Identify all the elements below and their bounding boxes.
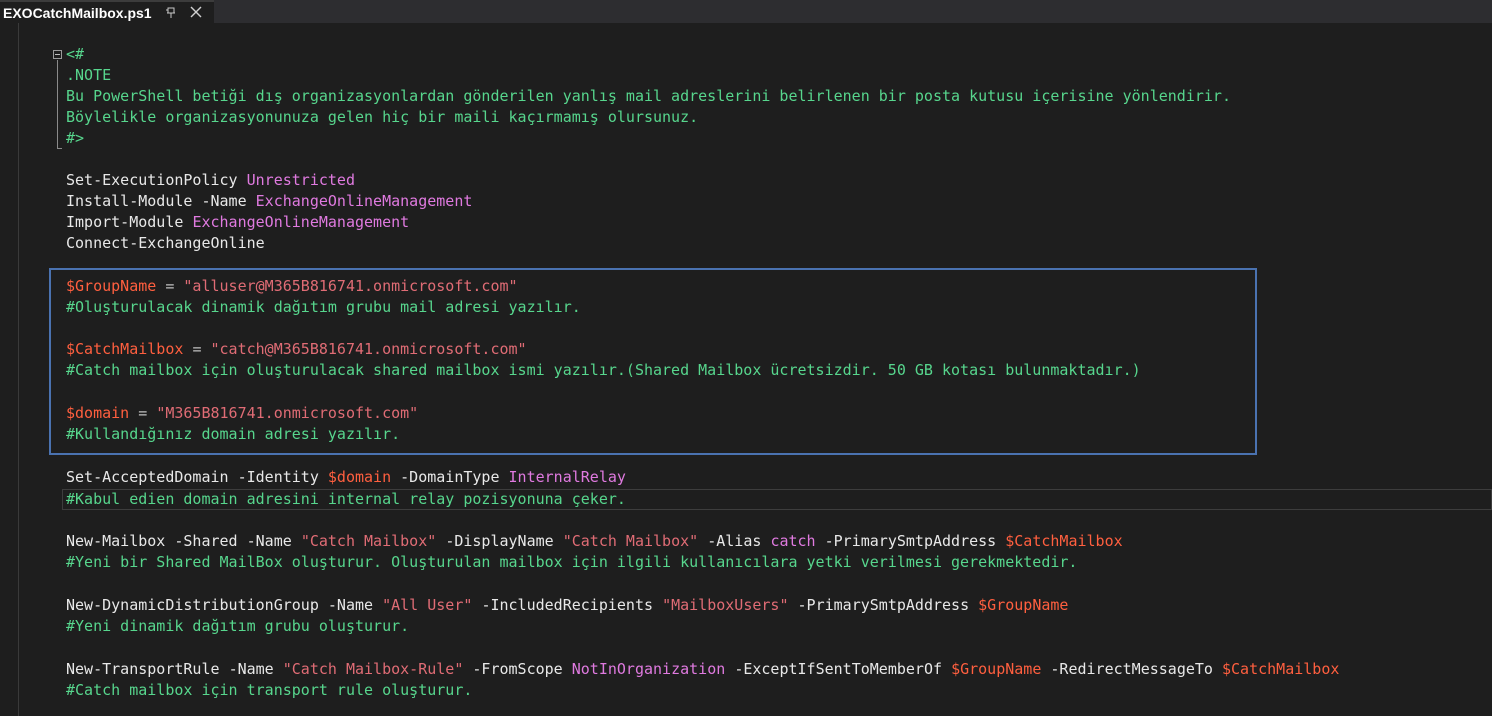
string: "All User" [382, 596, 473, 614]
comment-text: .NOTE [66, 66, 112, 84]
parameter: -Shared [174, 532, 238, 550]
parameter: -Name [201, 192, 247, 210]
comment-text: #Oluşturulacak dinamik dağıtım grubu mai… [66, 298, 581, 316]
operator: = [192, 340, 202, 358]
comment-text: #Kullandığınız domain adresi yazılır. [66, 425, 401, 443]
comment-text: #Yeni dinamik dağıtım grubu oluşturur. [66, 617, 410, 635]
variable: $domain [327, 468, 392, 486]
operator: = [165, 277, 175, 295]
gutter-separator [18, 23, 19, 716]
parameter: -RedirectMessageTo [1050, 660, 1213, 678]
code-line-8: Install-Module -Name ExchangeOnlineManag… [66, 191, 472, 212]
string: "Catch Mailbox" [300, 532, 437, 550]
variable: $GroupName [978, 596, 1069, 614]
variable: $GroupName [951, 660, 1042, 678]
comment-text: #Catch mailbox için oluşturulacak shared… [66, 361, 1141, 379]
comment-text: #Kabul edien domain adresini internal re… [66, 490, 626, 508]
code-line-2: .NOTE [66, 65, 111, 86]
parameter: -DomainType [400, 468, 500, 486]
string: "alluser@M365B816741.onmicrosoft.com" [183, 277, 518, 295]
string: "MailboxUsers" [662, 596, 789, 614]
code-line-18: $domain = "M365B816741.onmicrosoft.com" [66, 403, 418, 424]
parameter: -Identity [237, 468, 319, 486]
code-line-22: #Kabul edien domain adresini internal re… [66, 489, 626, 510]
cmdlet: Set-ExecutionPolicy [66, 171, 238, 189]
cmdlet: New-TransportRule [66, 660, 220, 678]
variable: $domain [66, 404, 130, 422]
cmdlet: Import-Module [66, 213, 184, 231]
parameter: -PrimarySmtpAddress [797, 596, 970, 614]
parameter: -DisplayName [445, 532, 554, 550]
parameter: -Name [246, 532, 292, 550]
code-line-19: #Kullandığınız domain adresi yazılır. [66, 424, 400, 445]
param-value: ExchangeOnlineManagement [192, 213, 410, 231]
cmdlet: New-DynamicDistributionGroup [66, 596, 319, 614]
code-line-27: New-DynamicDistributionGroup -Name "All … [66, 595, 1068, 616]
param-value: catch [770, 532, 816, 550]
cmdlet: Set-AcceptedDomain [66, 468, 229, 486]
close-icon[interactable] [190, 6, 202, 18]
code-line-1: <# [66, 44, 84, 65]
code-line-30: New-TransportRule -Name "Catch Mailbox-R… [66, 659, 1339, 680]
fold-guide-end [57, 148, 62, 149]
comment-text: #Catch mailbox için transport rule oluşt… [66, 681, 473, 699]
fold-toggle-icon[interactable] [53, 50, 62, 59]
fold-guide [57, 60, 58, 149]
param-value: Unrestricted [246, 171, 355, 189]
tab-bar: EXOCatchMailbox.ps1 [0, 0, 1492, 23]
variable: $CatchMailbox [1222, 660, 1340, 678]
tab-exocatchmailbox[interactable]: EXOCatchMailbox.ps1 [0, 0, 214, 23]
comment-text: #Yeni bir Shared MailBox oluşturur. Oluş… [66, 553, 1078, 571]
code-line-10: Connect-ExchangeOnline [66, 233, 265, 254]
parameter: -FromScope [472, 660, 563, 678]
cmdlet: Connect-ExchangeOnline [66, 234, 265, 252]
variable: $CatchMailbox [66, 340, 184, 358]
code-line-16: #Catch mailbox için oluşturulacak shared… [66, 360, 1141, 381]
parameter: -Name [228, 660, 274, 678]
code-line-31: #Catch mailbox için transport rule oluşt… [66, 680, 472, 701]
cmdlet: New-Mailbox [66, 532, 166, 550]
code-line-21: Set-AcceptedDomain -Identity $domain -Do… [66, 467, 626, 488]
comment-text: Böylelikle organizasyonunuza gelen hiç b… [66, 108, 699, 126]
parameter: -Alias [707, 532, 762, 550]
string: "Catch Mailbox" [562, 532, 699, 550]
string: "Catch Mailbox-Rule" [282, 660, 464, 678]
tab-title: EXOCatchMailbox.ps1 [3, 4, 152, 21]
variable: $GroupName [66, 277, 157, 295]
comment-text: Bu PowerShell betiği dış organizasyonlar… [66, 87, 1231, 105]
parameter: -IncludedRecipients [481, 596, 654, 614]
code-line-4: Böylelikle organizasyonunuza gelen hiç b… [66, 107, 698, 128]
param-value: NotInOrganization [571, 660, 726, 678]
code-line-3: Bu PowerShell betiği dış organizasyonlar… [66, 86, 1231, 107]
string: "catch@M365B816741.onmicrosoft.com" [210, 340, 527, 358]
parameter: -PrimarySmtpAddress [824, 532, 997, 550]
operator: = [138, 404, 148, 422]
code-line-7: Set-ExecutionPolicy Unrestricted [66, 170, 355, 191]
param-value: InternalRelay [508, 468, 626, 486]
string: "M365B816741.onmicrosoft.com" [156, 404, 419, 422]
code-line-25: #Yeni bir Shared MailBox oluşturur. Oluş… [66, 552, 1077, 573]
code-line-24: New-Mailbox -Shared -Name "Catch Mailbox… [66, 531, 1123, 552]
parameter: -Name [327, 596, 374, 614]
code-line-28: #Yeni dinamik dağıtım grubu oluşturur. [66, 616, 409, 637]
code-line-15: $CatchMailbox = "catch@M365B816741.onmic… [66, 339, 527, 360]
pin-icon[interactable] [166, 5, 178, 19]
code-line-9: Import-Module ExchangeOnlineManagement [66, 212, 409, 233]
cmdlet: Install-Module [66, 192, 193, 210]
code-line-13: #Oluşturulacak dinamik dağıtım grubu mai… [66, 297, 581, 318]
comment-close: #> [66, 129, 85, 147]
code-line-5: #> [66, 128, 84, 149]
param-value: ExchangeOnlineManagement [255, 192, 473, 210]
code-line-12: $GroupName = "alluser@M365B816741.onmicr… [66, 276, 518, 297]
variable: $CatchMailbox [1005, 532, 1123, 550]
comment-open: <# [66, 45, 85, 63]
parameter: -ExceptIfSentToMemberOf [734, 660, 943, 678]
